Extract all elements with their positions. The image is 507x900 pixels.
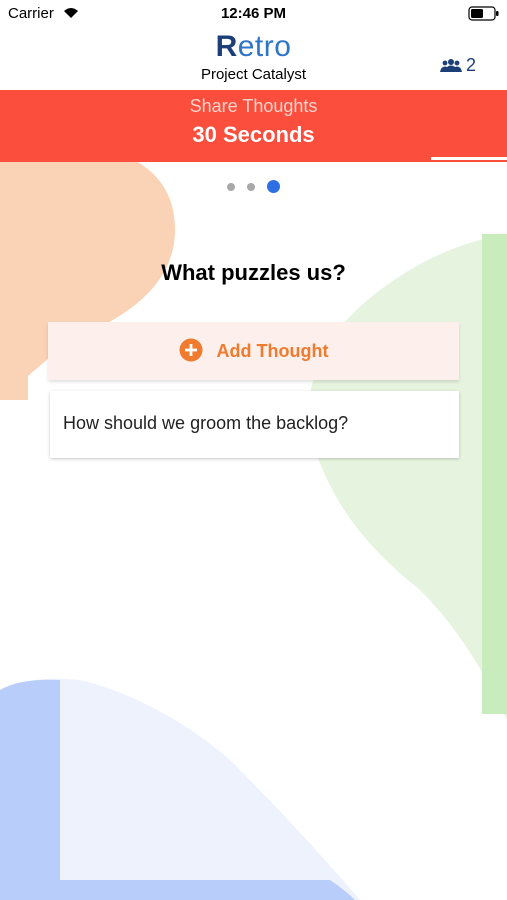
project-name: Project Catalyst	[200, 66, 307, 83]
plus-circle-icon	[179, 338, 203, 362]
status-bar: Carrier 12:46 PM	[0, 0, 507, 28]
page-dot-1[interactable]	[227, 182, 235, 191]
participant-count[interactable]: 2	[466, 55, 476, 76]
phase-timer: 30 Seconds	[192, 122, 315, 147]
thought-text: How should we groom the backlog?	[63, 413, 349, 433]
add-thought-label: Add Thought	[216, 341, 329, 361]
battery-icon	[468, 6, 499, 21]
page-dot-3[interactable]	[267, 180, 280, 194]
retro-logo: Retro	[215, 30, 292, 63]
phase-banner: Share Thoughts 30 Seconds	[0, 90, 507, 156]
thought-card[interactable]: How should we groom the backlog?	[50, 391, 459, 458]
app-header: Retro Project Catalyst 2	[0, 28, 507, 90]
participants-icon[interactable]	[440, 58, 462, 72]
add-thought-label-row[interactable]: Add Thought	[48, 338, 459, 362]
phase-progress-bar	[0, 156, 507, 162]
phase-label: Share Thoughts	[189, 96, 318, 116]
clock: 12:46 PM	[220, 5, 287, 22]
prompt-title: What puzzles us?	[161, 260, 346, 285]
page-dot-2[interactable]	[247, 182, 255, 191]
page-indicator[interactable]	[0, 178, 507, 194]
add-thought-button[interactable]: Add Thought	[48, 322, 459, 380]
phase-progress-fill	[430, 157, 507, 160]
